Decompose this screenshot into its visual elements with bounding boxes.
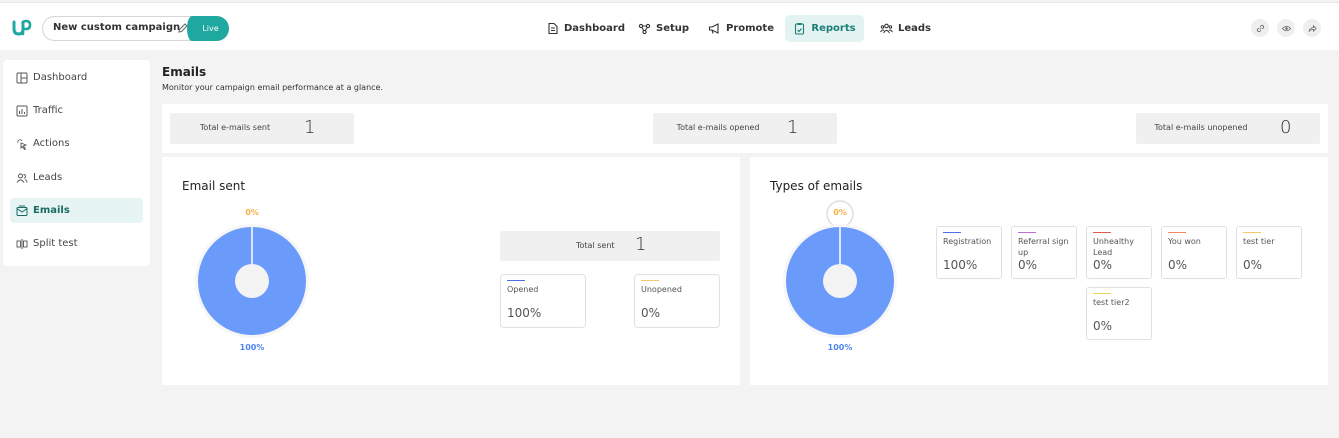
stat-total-opened: Total e-mails opened 1 bbox=[653, 113, 837, 144]
sidebar-item-actions[interactable]: Actions bbox=[10, 131, 143, 156]
layout-icon bbox=[16, 72, 28, 83]
bar-chart-icon bbox=[16, 105, 28, 116]
legend-swatch bbox=[1168, 232, 1186, 233]
nav-setup[interactable]: Setup bbox=[630, 15, 697, 42]
people-icon bbox=[880, 23, 893, 34]
page-title: Emails bbox=[162, 65, 207, 79]
envelope-icon bbox=[16, 205, 28, 216]
legend-swatch bbox=[1093, 293, 1111, 294]
type-referral-sign-up: Referral sign up 0% bbox=[1011, 226, 1077, 279]
legend-swatch bbox=[1093, 232, 1111, 233]
cursor-click-icon bbox=[17, 138, 28, 150]
link-icon bbox=[1256, 24, 1264, 32]
eye-icon bbox=[1281, 25, 1291, 31]
sidebar: Dashboard Traffic Actions Leads Emails S… bbox=[3, 60, 150, 266]
nav-dashboard[interactable]: Dashboard bbox=[538, 15, 633, 42]
setup-icon bbox=[638, 23, 651, 35]
live-status-badge[interactable]: Live bbox=[187, 16, 229, 41]
type-test-tier2: test tier2 0% bbox=[1086, 287, 1152, 340]
opened-box: Opened 100% bbox=[500, 274, 586, 328]
email-sent-bottom-label: 100% bbox=[239, 343, 265, 352]
split-icon bbox=[16, 238, 28, 249]
type-you-won: You won 0% bbox=[1161, 226, 1227, 279]
logo-icon[interactable] bbox=[12, 19, 32, 37]
dashboard-icon bbox=[548, 22, 558, 35]
pie-center-hole bbox=[235, 264, 269, 298]
sidebar-item-split-test[interactable]: Split test bbox=[10, 231, 143, 256]
type-test-tier: test tier 0% bbox=[1236, 226, 1302, 279]
email-sent-card: Email sent 0% 100% Total sent 1 Opened 1… bbox=[162, 157, 740, 385]
legend-swatch bbox=[507, 280, 525, 281]
sidebar-item-leads[interactable]: Leads bbox=[10, 165, 143, 190]
clipboard-icon bbox=[795, 23, 805, 35]
stat-total-sent: Total e-mails sent 1 bbox=[170, 113, 354, 144]
sidebar-item-emails[interactable]: Emails bbox=[10, 198, 143, 223]
top-bar: New custom campaign Live Dashboard Setup… bbox=[0, 2, 1339, 50]
email-sent-top-label: 0% bbox=[245, 208, 259, 217]
legend-swatch bbox=[1018, 232, 1036, 233]
sidebar-item-traffic[interactable]: Traffic bbox=[10, 98, 143, 123]
campaign-selector[interactable]: New custom campaign Live bbox=[42, 16, 229, 41]
nav-promote[interactable]: Promote bbox=[700, 15, 782, 42]
share-button[interactable] bbox=[1303, 19, 1321, 37]
type-unhealthy-lead: Unhealthy Lead 0% bbox=[1086, 226, 1152, 279]
users-icon bbox=[16, 173, 28, 183]
preview-button[interactable] bbox=[1277, 19, 1295, 37]
legend-swatch bbox=[943, 232, 961, 233]
nav-leads[interactable]: Leads bbox=[872, 15, 939, 42]
types-of-emails-chart: 0% 100% bbox=[780, 157, 900, 352]
nav-reports[interactable]: Reports bbox=[785, 15, 864, 42]
types-of-emails-card: Types of emails 0% 100% Registration 100… bbox=[750, 157, 1328, 385]
header-actions bbox=[1251, 19, 1321, 37]
campaign-name: New custom campaign bbox=[53, 22, 181, 33]
stats-strip: Total e-mails sent 1 Total e-mails opene… bbox=[162, 104, 1328, 153]
email-sent-pie bbox=[195, 224, 309, 338]
types-of-emails-pie bbox=[783, 224, 897, 338]
sidebar-item-dashboard[interactable]: Dashboard bbox=[10, 65, 143, 90]
copy-link-button[interactable] bbox=[1251, 19, 1269, 37]
email-sent-chart: 0% 100% bbox=[192, 157, 312, 352]
share-icon bbox=[1308, 24, 1317, 32]
page-subtitle: Monitor your campaign email performance … bbox=[162, 83, 384, 92]
megaphone-icon bbox=[708, 23, 719, 34]
stat-total-unopened: Total e-mails unopened 0 bbox=[1136, 113, 1320, 144]
legend-swatch bbox=[641, 280, 659, 281]
unopened-box: Unopened 0% bbox=[634, 274, 720, 328]
pie-center-hole bbox=[823, 264, 857, 298]
types-bottom-label: 100% bbox=[827, 343, 853, 352]
total-sent-box: Total sent 1 bbox=[500, 231, 720, 261]
legend-swatch bbox=[1243, 232, 1261, 233]
type-registration: Registration 100% bbox=[936, 226, 1002, 279]
types-top-label: 0% bbox=[833, 208, 847, 217]
